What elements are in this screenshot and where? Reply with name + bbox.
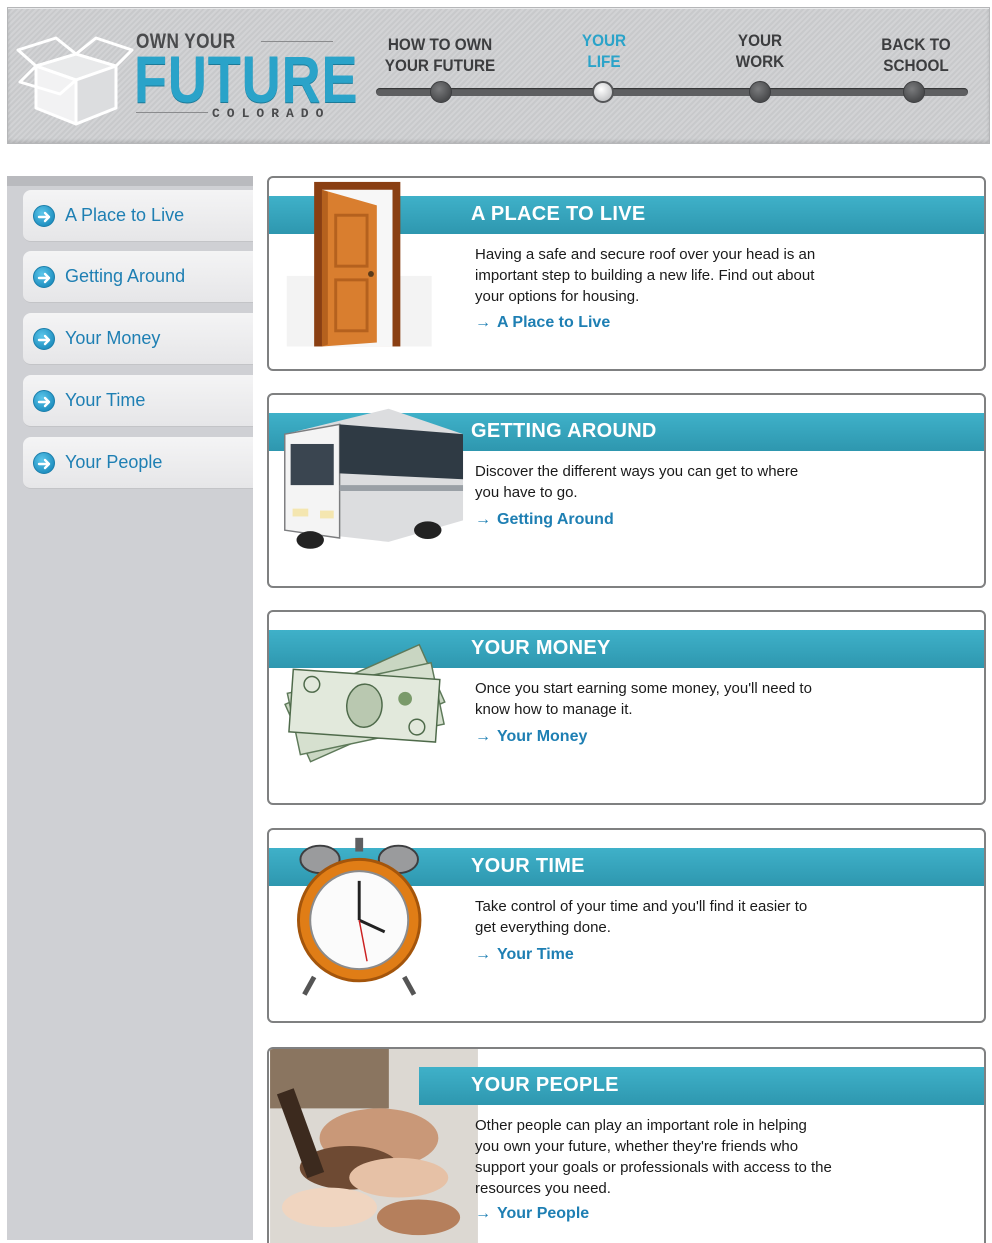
- arrow-right-icon: →: [475, 946, 491, 963]
- content-card-your-people: YOUR PEOPLE Other people can play an imp…: [267, 1047, 986, 1243]
- content-card-your-money: YOUR MONEY Once you start earning some m…: [267, 610, 986, 805]
- arrow-right-icon: [33, 452, 55, 474]
- sidebar-item-label: A Place to Live: [65, 205, 185, 225]
- card-link-label: Your Money: [497, 728, 588, 745]
- nav-label: YOUR FUTURE: [384, 56, 496, 75]
- card-link-label: A Place to Live: [497, 314, 611, 331]
- nav-label: BACK TO: [881, 35, 951, 54]
- card-title: YOUR PEOPLE: [471, 1074, 619, 1096]
- card-title: YOUR MONEY: [471, 637, 611, 659]
- site-header: OWN YOUR FUTURE COLORADO HOW TO OWN YOUR…: [7, 7, 990, 144]
- logo-main-text: FUTURE: [134, 42, 359, 116]
- sidebar-item-a-place-to-live[interactable]: A Place to Live: [23, 190, 253, 242]
- card-link-getting-around[interactable]: → Getting Around: [475, 511, 614, 529]
- box-logo-icon: [16, 36, 134, 126]
- arrow-right-icon: [33, 328, 55, 350]
- nav-knob[interactable]: [430, 81, 452, 103]
- card-description: Discover the different ways you can get …: [475, 463, 799, 501]
- sidebar-item-label: Your People: [65, 452, 163, 472]
- arrow-right-icon: →: [475, 728, 491, 745]
- nav-knob[interactable]: [903, 81, 925, 103]
- sidebar-item-label: Your Time: [65, 390, 146, 410]
- card-title: YOUR TIME: [471, 855, 585, 877]
- card-description: Take control of your time and you'll fin…: [475, 898, 808, 936]
- sidebar-top-bar: [7, 176, 253, 186]
- arrow-right-icon: [33, 205, 55, 227]
- card-title: A PLACE TO LIVE: [471, 203, 646, 225]
- sidebar-item-getting-around[interactable]: Getting Around: [23, 251, 253, 303]
- site-logo[interactable]: OWN YOUR FUTURE COLORADO: [16, 24, 358, 134]
- arrow-right-icon: →: [475, 314, 491, 331]
- card-link-your-money[interactable]: → Your Money: [475, 728, 587, 746]
- card-link-label: Your Time: [497, 946, 574, 963]
- content-card-a-place-to-live: A PLACE TO LIVE Having a safe and secure…: [267, 176, 986, 371]
- arrow-right-icon: [33, 266, 55, 288]
- nav-how-to-own-your-future[interactable]: HOW TO OWN YOUR FUTURE: [377, 34, 503, 76]
- card-link-a-place-to-live[interactable]: → A Place to Live: [475, 314, 610, 332]
- nav-your-life[interactable]: YOUR LIFE: [541, 30, 667, 72]
- nav-label: YOUR: [737, 31, 783, 50]
- money-image: [284, 643, 446, 763]
- card-title: GETTING AROUND: [471, 420, 657, 442]
- bus-image: [284, 408, 464, 549]
- sidebar: A Place to Live Getting Around Your Mone…: [7, 176, 253, 1240]
- card-link-your-people[interactable]: → Your People: [475, 1205, 589, 1223]
- card-description: Having a safe and secure roof over your …: [475, 246, 816, 305]
- card-link-label: Your People: [497, 1205, 590, 1222]
- nav-track: [376, 88, 968, 96]
- card-description: Once you start earning some money, you'l…: [475, 680, 812, 718]
- nav-label: LIFE: [587, 52, 621, 71]
- nav-label: WORK: [735, 52, 785, 71]
- content-card-getting-around: GETTING AROUND Discover the different wa…: [267, 393, 986, 588]
- nav-label: HOW TO OWN: [387, 35, 493, 54]
- arrow-right-icon: →: [475, 1205, 491, 1222]
- sidebar-item-label: Your Money: [65, 328, 161, 348]
- arrow-right-icon: →: [475, 511, 491, 528]
- nav-knob[interactable]: [749, 81, 771, 103]
- sidebar-item-your-people[interactable]: Your People: [23, 437, 253, 489]
- arrow-right-icon: [33, 390, 55, 412]
- nav-back-to-school[interactable]: BACK TO SCHOOL: [853, 34, 979, 76]
- card-link-label: Getting Around: [497, 511, 614, 528]
- content-card-your-time: YOUR TIME Take control of your time and …: [267, 828, 986, 1023]
- sidebar-item-your-time[interactable]: Your Time: [23, 375, 253, 427]
- door-image: [286, 181, 432, 347]
- nav-label: SCHOOL: [883, 56, 949, 75]
- logo-divider: [136, 112, 208, 113]
- alarm-clock-image: [297, 837, 422, 996]
- nav-label: YOUR: [581, 31, 627, 50]
- sidebar-item-your-money[interactable]: Your Money: [23, 313, 253, 365]
- sidebar-item-label: Getting Around: [65, 266, 186, 286]
- nav-your-work[interactable]: YOUR WORK: [697, 30, 823, 72]
- card-description: Other people can play an important role …: [475, 1117, 832, 1197]
- nav-knob-active[interactable]: [592, 81, 614, 103]
- logo-sub-text: COLORADO: [212, 106, 331, 121]
- card-link-your-time[interactable]: → Your Time: [475, 946, 574, 964]
